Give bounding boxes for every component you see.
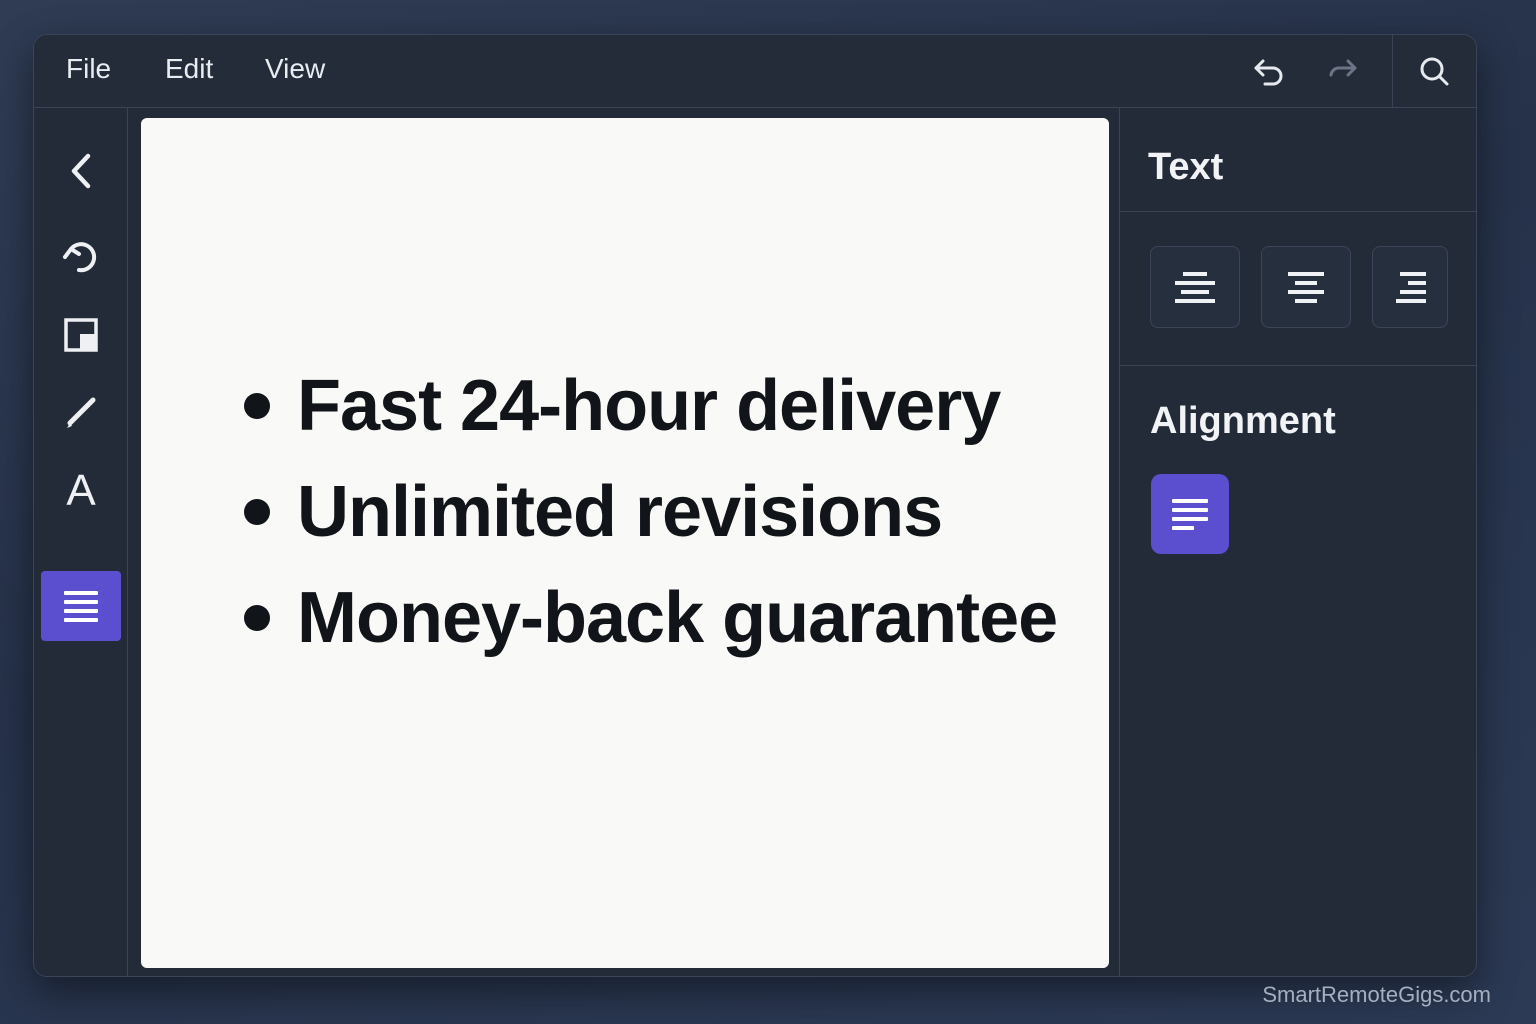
editor-window: File Edit View A Fast 24-hour delivery U… [33,34,1477,977]
align-icon [64,591,98,622]
alignment-selected-button[interactable] [1151,474,1229,554]
rotate-icon [63,242,97,273]
panel-divider [1120,211,1476,212]
redo-icon [1329,59,1357,77]
align-middle-button[interactable] [1261,246,1351,328]
bullet-dot [244,393,270,419]
document-canvas[interactable]: Fast 24-hour delivery Unlimited revision… [141,118,1109,968]
text-tool[interactable]: A [41,456,121,526]
undo-icon [1254,59,1283,86]
watermark: SmartRemoteGigs.com [1262,982,1491,1007]
rotate-tool[interactable] [41,220,121,290]
align-tool[interactable] [41,571,121,641]
bullet-list: Fast 24-hour delivery Unlimited revision… [241,353,1058,671]
align-right-button[interactable] [1372,246,1448,328]
align-justify-icon [1172,499,1208,530]
list-item[interactable]: Unlimited revisions [241,459,1057,565]
list-item[interactable]: Money-back guarantee [241,565,1058,671]
toolbar-divider [1392,35,1393,108]
pen-tool[interactable] [41,378,121,448]
frame-tool[interactable] [41,300,121,370]
frame-icon [64,318,98,352]
redo-button[interactable] [1320,49,1364,93]
back-button[interactable] [41,136,121,206]
list-item[interactable]: Fast 24-hour delivery [241,353,1057,459]
tool-sidebar: A [34,108,128,976]
text-icon: A [66,466,96,515]
search-button[interactable] [1412,49,1456,93]
search-icon [1420,57,1449,86]
undo-button[interactable] [1247,49,1291,93]
menu-edit[interactable]: Edit [165,53,213,85]
align-middle-icon [1288,272,1324,303]
bullet-dot [244,605,270,631]
pen-icon [67,397,96,428]
align-center-icon [1175,272,1215,303]
bullet-text: Fast 24-hour delivery [297,366,1001,446]
panel-divider [1120,365,1476,366]
align-right-icon [1396,272,1426,303]
back-icon [71,153,91,189]
menu-file[interactable]: File [66,53,111,85]
bullet-dot [244,499,270,525]
panel-title: Text [1148,146,1224,188]
alignment-section-title: Alignment [1150,400,1336,442]
bullet-text: Unlimited revisions [297,472,943,552]
bullet-text: Money-back guarantee [297,578,1058,658]
menu-view[interactable]: View [265,53,325,85]
properties-panel: Text Alignment [1119,108,1476,976]
align-center-button[interactable] [1150,246,1240,328]
menu-bar: File Edit View [34,35,1476,108]
